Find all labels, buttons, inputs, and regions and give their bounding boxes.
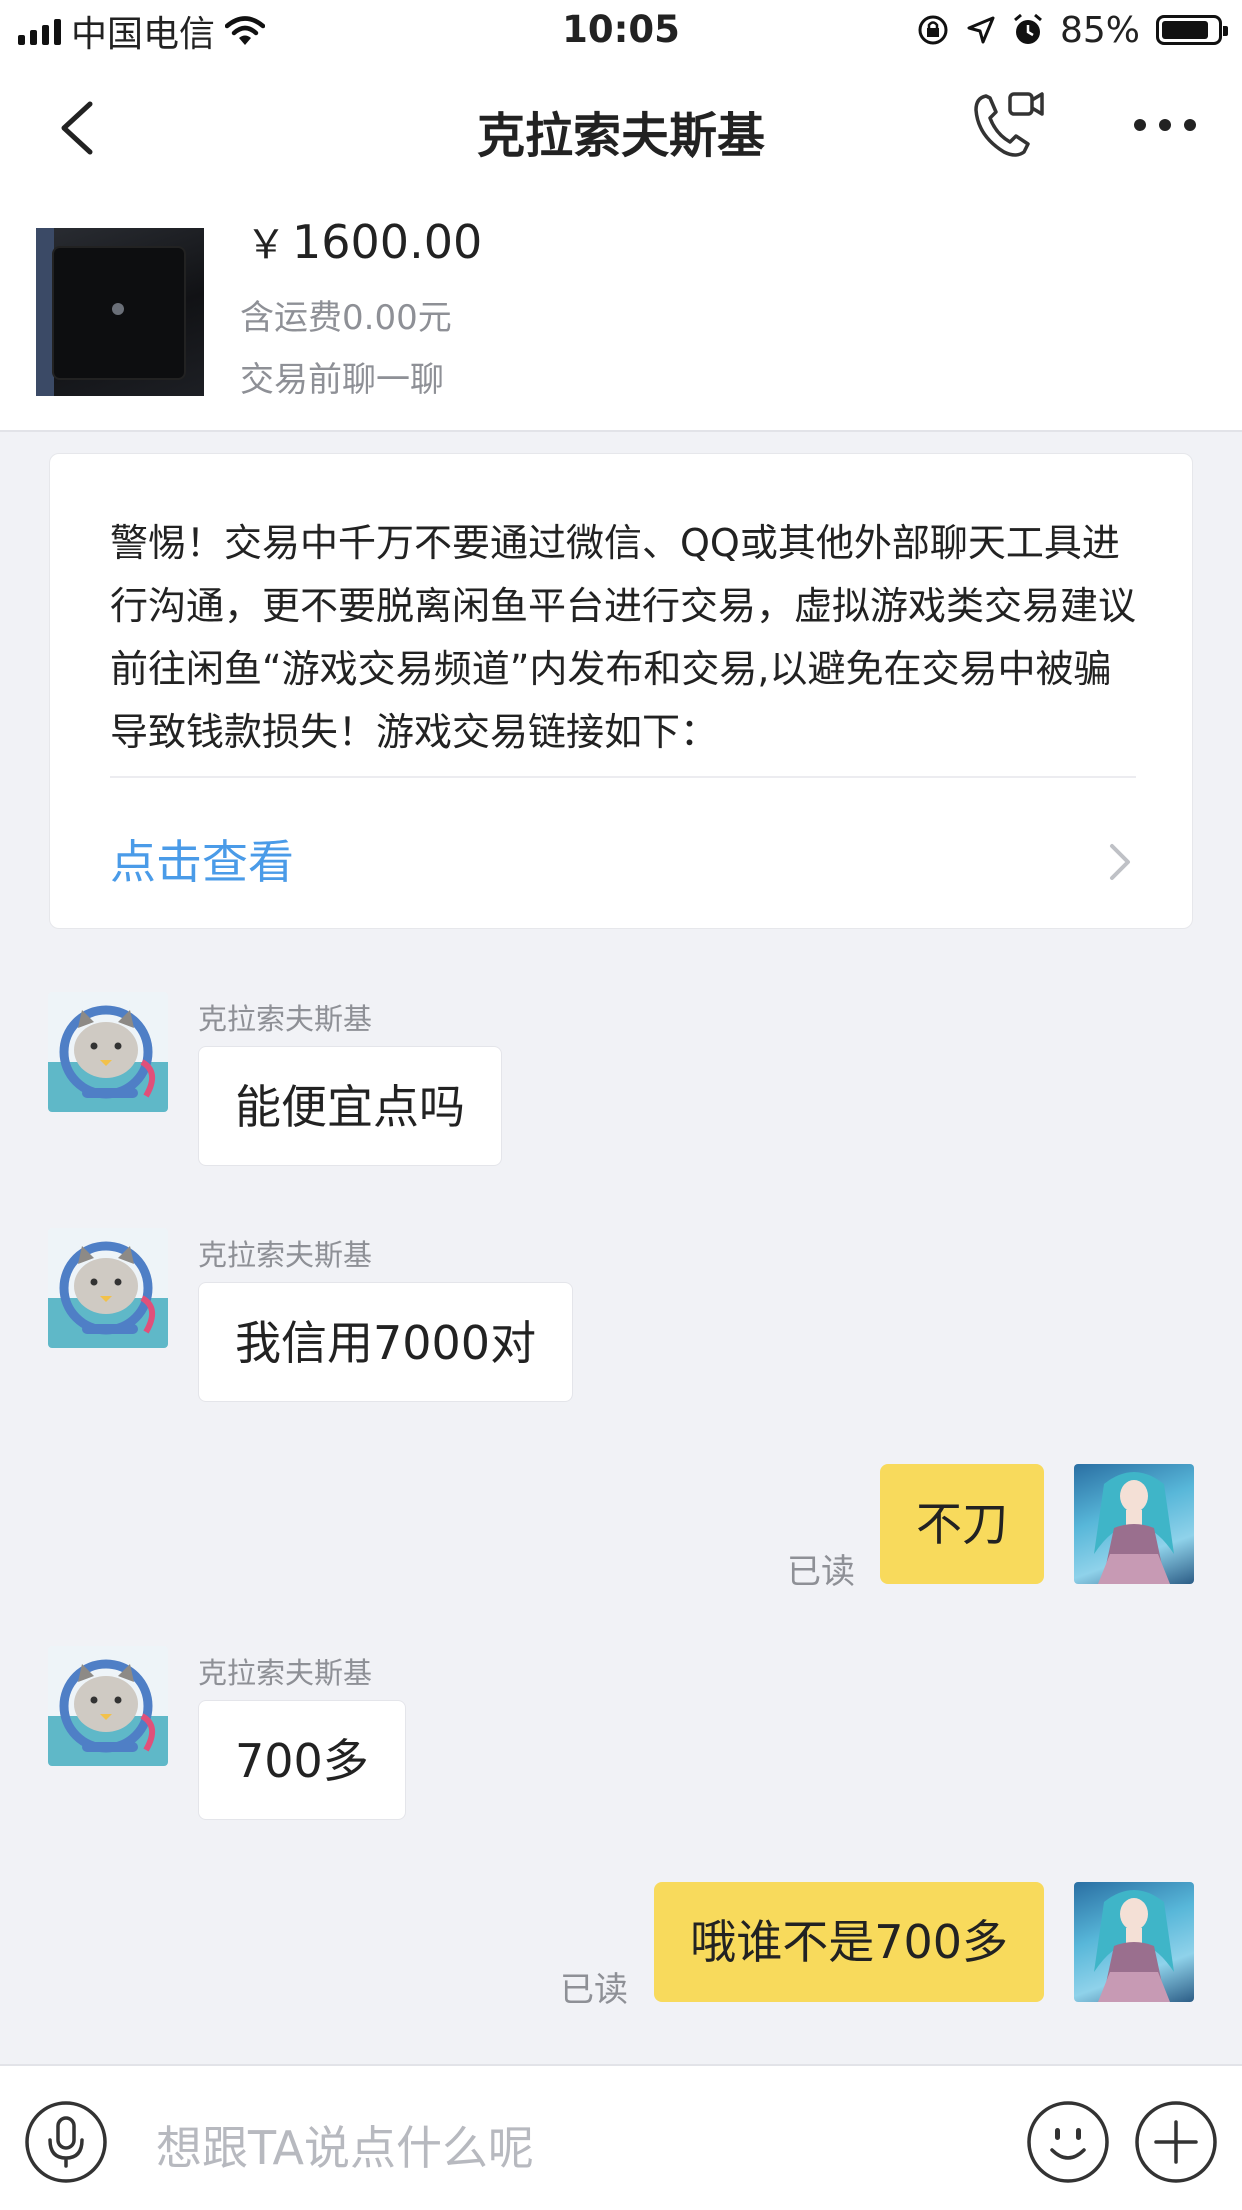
cat-avatar-icon xyxy=(48,1005,168,1112)
avatar[interactable] xyxy=(48,1228,168,1348)
message-input[interactable]: 想跟TA说点什么呢 xyxy=(156,2112,534,2178)
sender-name: 克拉索夫斯基 xyxy=(198,1002,373,1036)
shipping-fee: 含运费0.00元 xyxy=(240,298,452,338)
avatar[interactable] xyxy=(1074,1882,1194,2002)
cat-avatar-icon xyxy=(48,1241,168,1348)
anime-avatar-icon xyxy=(1094,1472,1174,1584)
safety-notice-card: 警惕！交易中千万不要通过微信、QQ或其他外部聊天工具进行沟通，更不要脱离闲鱼平台… xyxy=(49,453,1193,929)
product-bar[interactable]: ￥ 1600.00 含运费0.00元 交易前聊一聊 xyxy=(0,192,1242,432)
chat-title: 克拉索夫斯基 xyxy=(476,108,765,164)
battery-percent: 85% xyxy=(1059,9,1140,51)
avatar[interactable] xyxy=(1074,1464,1194,1584)
orientation-lock-icon xyxy=(918,15,948,45)
battery-icon xyxy=(1156,15,1228,45)
sender-name: 克拉索夫斯基 xyxy=(198,1238,373,1272)
divider xyxy=(110,776,1136,778)
read-status: 已读 xyxy=(787,1552,855,1592)
emoji-icon[interactable] xyxy=(1026,2100,1110,2184)
message-bubble[interactable]: 700多 xyxy=(198,1700,406,1820)
sender-name: 克拉索夫斯基 xyxy=(198,1656,373,1690)
anime-avatar-icon xyxy=(1094,1890,1174,2002)
location-icon xyxy=(967,16,995,44)
cat-avatar-icon xyxy=(48,1659,168,1766)
message-bubble[interactable]: 哦谁不是700多 xyxy=(654,1882,1044,2002)
status-bar: 中国电信 10:05 85% xyxy=(0,0,1242,62)
avatar[interactable] xyxy=(48,1646,168,1766)
view-link[interactable]: 点击查看 xyxy=(110,826,294,892)
message-bubble[interactable]: 我信用7000对 xyxy=(198,1282,574,1402)
read-status: 已读 xyxy=(560,1970,628,2010)
message-bubble[interactable]: 能便宜点吗 xyxy=(198,1046,502,1166)
chevron-right-icon[interactable] xyxy=(1106,840,1136,884)
video-call-icon[interactable] xyxy=(968,86,1048,166)
avatar[interactable] xyxy=(48,992,168,1112)
alarm-icon xyxy=(1014,13,1042,44)
product-thumbnail[interactable] xyxy=(36,228,204,396)
notice-text: 警惕！交易中千万不要通过微信、QQ或其他外部聊天工具进行沟通，更不要脱离闲鱼平台… xyxy=(110,521,1137,754)
input-bar: 想跟TA说点什么呢 xyxy=(0,2064,1242,2210)
chat-hint: 交易前聊一聊 xyxy=(240,360,444,400)
add-icon[interactable] xyxy=(1134,2100,1218,2184)
voice-input-icon[interactable] xyxy=(24,2100,108,2184)
more-icon[interactable] xyxy=(1130,110,1200,140)
product-price: ￥ 1600.00 xyxy=(246,215,483,269)
message-bubble[interactable]: 不刀 xyxy=(880,1464,1044,1584)
nav-bar: 克拉索夫斯基 xyxy=(0,62,1242,192)
